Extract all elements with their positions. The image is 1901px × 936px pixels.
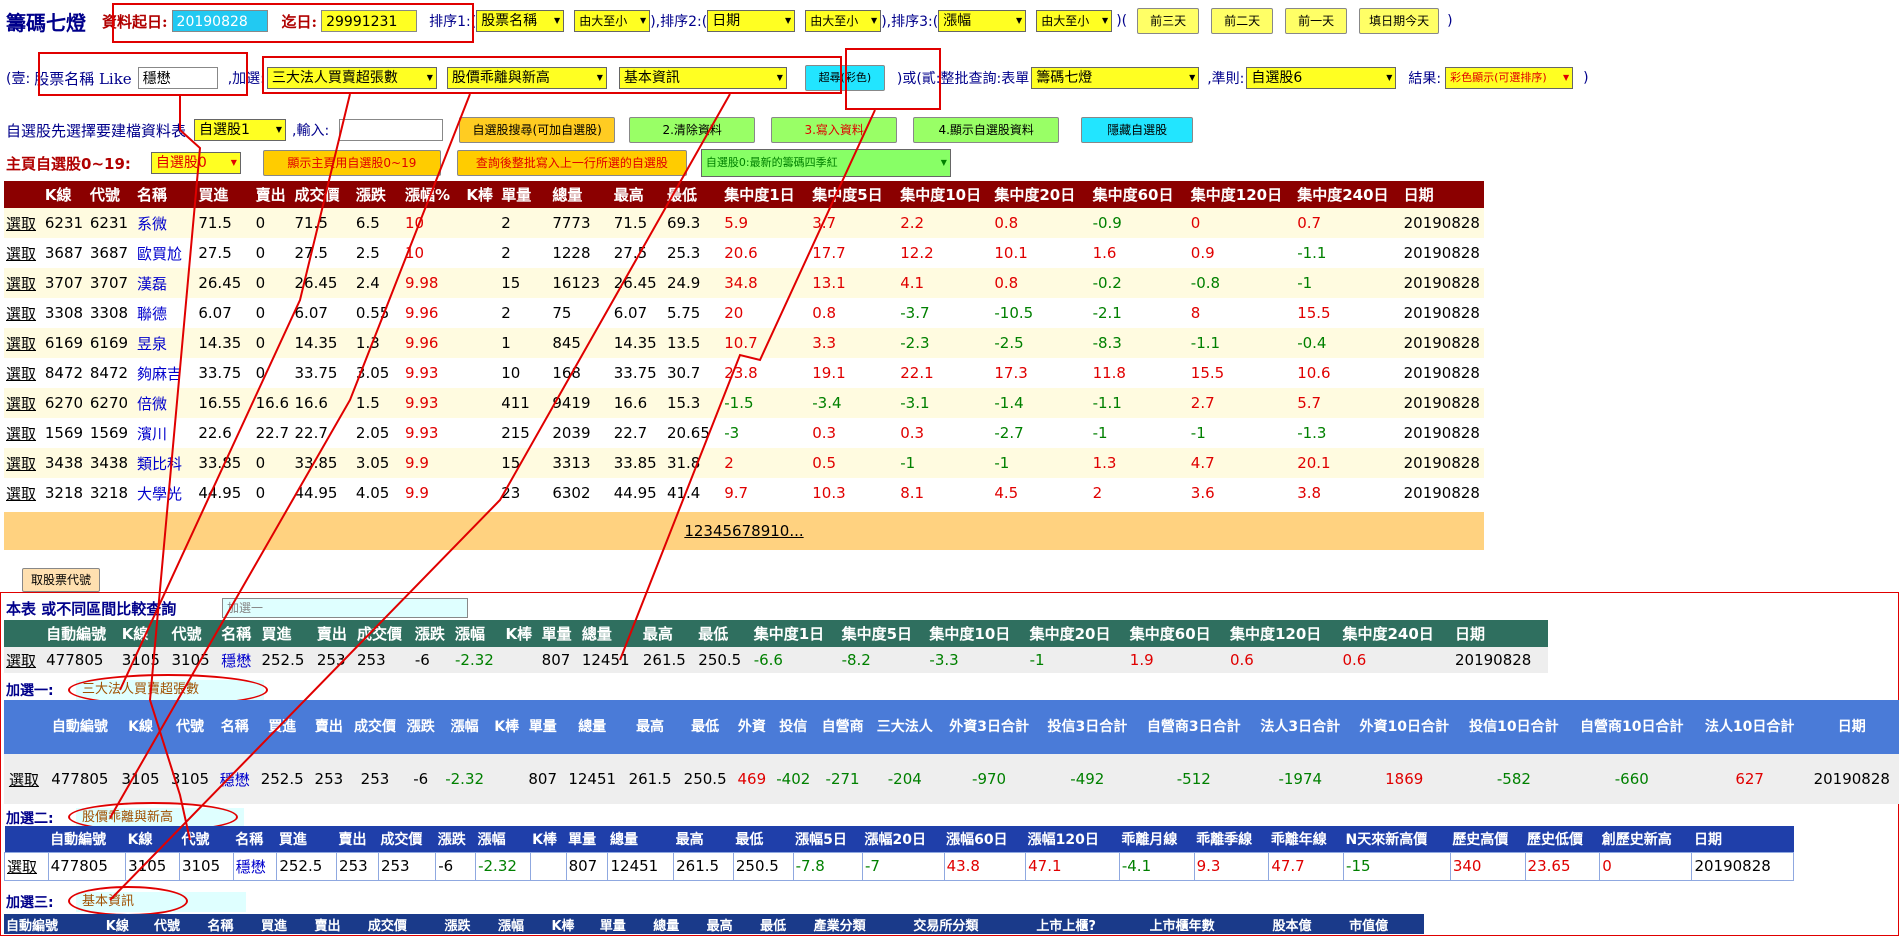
arrow-search xyxy=(619,109,876,661)
arrow-add2 xyxy=(109,93,471,819)
annotation-lines xyxy=(109,93,876,901)
arrow-name-like xyxy=(148,96,202,841)
arrow-add3 xyxy=(109,93,731,901)
